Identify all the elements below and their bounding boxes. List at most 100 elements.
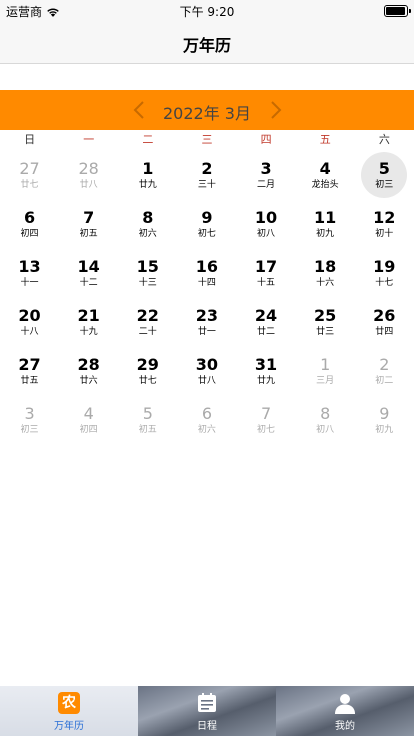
weekday-label: 三 [201,133,213,146]
day-cell[interactable]: 9 初九 [355,395,414,444]
lunar-date: 十二 [79,277,98,288]
day-cell[interactable]: 25 廿三 [296,297,355,346]
day-number: 20 [18,305,41,325]
tab-profile[interactable]: 我的 [276,686,414,736]
day-number: 9 [379,403,390,423]
day-cell[interactable]: 28 廿六 [59,346,118,395]
day-number: 14 [77,256,100,276]
lunar-date: 十一 [20,277,39,288]
day-cell[interactable]: 1 三月 [296,346,355,395]
day-cell[interactable]: 18 十六 [296,248,355,297]
day-cell[interactable]: 8 初六 [118,199,177,248]
day-number: 10 [254,207,278,227]
day-cell[interactable]: 31 廿九 [237,346,296,395]
day-number: 9 [201,207,213,227]
day-number: 21 [77,305,100,325]
day-cell[interactable]: 8 初八 [296,395,355,444]
day-cell[interactable]: 20 十八 [0,297,59,346]
day-cell[interactable]: 12 初十 [355,199,414,248]
tab-profile-icon-wrap [333,691,357,715]
day-cell[interactable]: 3 初三 [0,395,59,444]
day-cell[interactable]: 26 廿四 [355,297,414,346]
day-cell[interactable]: 29 廿七 [118,346,177,395]
day-cell[interactable]: 2 初二 [355,346,414,395]
lunar-date: 十五 [257,277,276,288]
weekday-label: 六 [378,133,390,146]
weekday-label: 四 [260,133,272,146]
day-number: 3 [24,403,35,423]
day-number: 1 [142,158,154,178]
weekday-header: 日一二三四五六 [0,130,414,150]
day-cell[interactable]: 28 廿八 [59,150,118,199]
weekday-label: 二 [142,133,154,146]
lunar-date: 十三 [138,277,157,288]
lunar-date: 三十 [197,179,216,190]
next-month-button[interactable] [265,98,287,122]
day-cell[interactable]: 19 十七 [355,248,414,297]
lunar-date: 二十 [138,326,157,337]
day-cell[interactable]: 17 十五 [237,248,296,297]
lunar-date: 廿九 [257,375,276,386]
day-number: 22 [136,305,159,325]
day-number: 26 [373,305,396,325]
day-cell[interactable]: 6 初四 [0,199,59,248]
day-cell[interactable]: 27 廿七 [0,150,59,199]
day-cell[interactable]: 22 二十 [118,297,177,346]
day-cell[interactable]: 5 初五 [118,395,177,444]
day-number: 6 [201,403,213,423]
day-cell[interactable]: 30 廿八 [177,346,236,395]
tab-schedule[interactable]: 日程 [138,686,276,736]
tab-calendar[interactable]: 农 万年历 [0,686,138,736]
day-number: 4 [83,403,94,423]
day-number: 27 [18,354,41,374]
day-number: 28 [78,158,99,178]
day-cell[interactable]: 6 初六 [177,395,236,444]
status-bar: 运营商 下午 9:20 [0,0,414,22]
day-cell[interactable]: 11 初九 [296,199,355,248]
lunar-date: 初七 [257,424,276,435]
weekday-label: 五 [319,133,331,146]
day-number: 29 [136,354,159,374]
lunar-date: 十四 [197,277,216,288]
lunar-date: 初六 [138,228,157,239]
day-cell[interactable]: 27 廿五 [0,346,59,395]
day-cell[interactable]: 24 廿二 [237,297,296,346]
tab-profile-label: 我的 [335,721,355,732]
day-number: 31 [254,354,278,374]
day-number: 7 [83,207,95,227]
lunar-date: 初九 [316,228,335,239]
day-number: 2 [379,354,390,374]
day-cell[interactable]: 10 初八 [237,199,296,248]
lunar-date: 初五 [138,424,157,435]
lunar-date: 廿二 [257,326,276,337]
day-number: 8 [320,403,331,423]
lunar-date: 初六 [197,424,216,435]
lunar-date: 廿六 [79,375,98,386]
day-number: 8 [142,207,154,227]
lunar-date: 廿一 [197,326,216,337]
day-cell[interactable]: 9 初七 [177,199,236,248]
lunar-date: 初四 [79,424,98,435]
day-cell[interactable]: 3 二月 [237,150,296,199]
day-cell[interactable]: 13 十一 [0,248,59,297]
day-cell[interactable]: 14 十二 [59,248,118,297]
day-number: 7 [260,403,272,423]
day-cell[interactable]: 16 十四 [177,248,236,297]
day-number: 17 [254,256,278,276]
day-number: 4 [319,158,331,178]
day-cell[interactable]: 1 廿九 [118,150,177,199]
day-cell[interactable]: 7 初七 [237,395,296,444]
day-cell[interactable]: 4 初四 [59,395,118,444]
day-cell[interactable]: 23 廿一 [177,297,236,346]
day-cell[interactable]: 7 初五 [59,199,118,248]
tab-schedule-icon-wrap [195,691,219,715]
day-cell[interactable]: 2 三十 [177,150,236,199]
day-cell-selected[interactable]: 5 初三 [355,150,414,199]
lunar-date: 廿七 [138,375,157,386]
day-cell[interactable]: 15 十三 [118,248,177,297]
lunar-date: 十六 [316,277,335,288]
month-label[interactable]: 2022年 3月 [0,100,414,124]
day-cell[interactable]: 21 十九 [59,297,118,346]
day-number: 2 [201,158,213,178]
day-cell[interactable]: 4 龙抬头 [296,150,355,199]
